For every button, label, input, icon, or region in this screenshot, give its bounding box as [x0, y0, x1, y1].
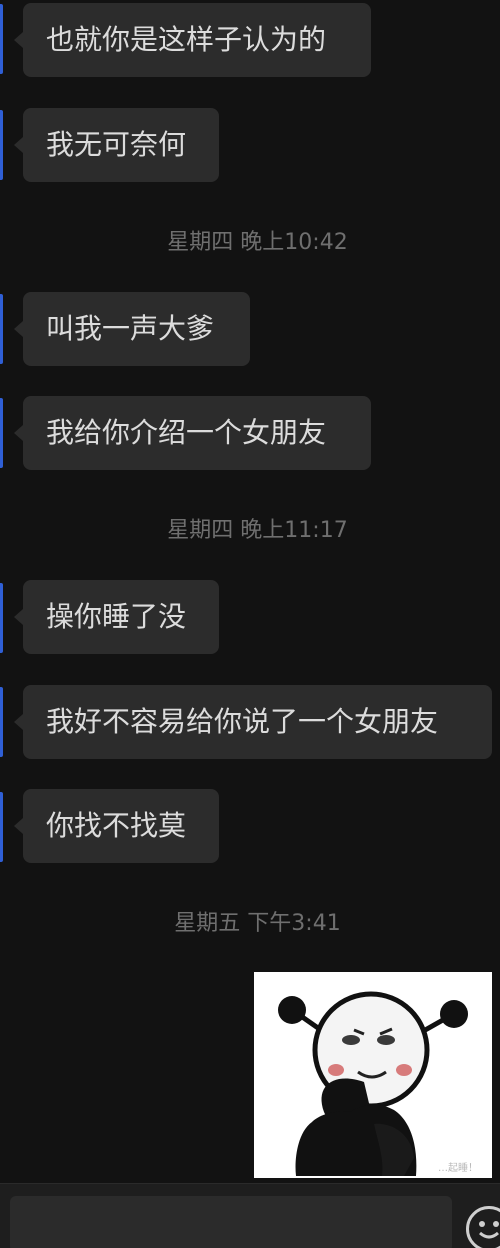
chat-window: 也就你是这样子认为的 我无可奈何 星期四 晚上10:42 叫我一声大爹 我给你介…	[0, 0, 500, 1248]
sender-avatar-edge	[0, 398, 3, 468]
emoji-icon	[479, 1221, 499, 1239]
timestamp: 星期四 晚上10:42	[167, 230, 348, 255]
sender-avatar-edge	[0, 792, 3, 862]
input-bar	[0, 1183, 500, 1248]
message-bubble[interactable]: 操你睡了没	[14, 580, 219, 654]
message-bubble[interactable]: 你找不找莫	[14, 789, 219, 863]
sender-avatar-edge	[0, 687, 3, 757]
message-bubble[interactable]: 我好不容易给你说了一个女朋友	[14, 685, 492, 759]
timestamp: 星期四 晚上11:17	[167, 518, 348, 543]
sender-avatar-edge	[0, 110, 3, 180]
sender-avatar-edge	[0, 4, 3, 74]
message-bubble[interactable]: 也就你是这样子认为的	[14, 3, 371, 77]
sender-avatar-edge	[0, 294, 3, 364]
message-bubble[interactable]: 叫我一声大爹	[14, 292, 250, 366]
message-bubble[interactable]: 我给你介绍一个女朋友	[14, 396, 371, 470]
message-bubble[interactable]: 我无可奈何	[14, 108, 219, 182]
sticker-watermark: …起睡！	[438, 1163, 478, 1174]
message-input[interactable]	[10, 1196, 452, 1248]
timestamp: 星期五 下午3:41	[174, 911, 341, 936]
sender-avatar-edge	[0, 583, 3, 653]
emoji-button[interactable]	[466, 1206, 500, 1248]
meme-sticker-icon	[278, 991, 468, 1176]
sticker-message[interactable]: …起睡！	[254, 972, 492, 1178]
